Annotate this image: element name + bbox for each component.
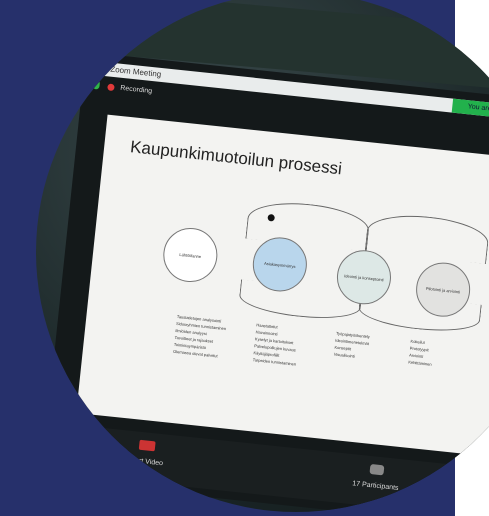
recording-label: Recording: [119, 84, 153, 96]
viewing-banner: You are viewing: [451, 98, 489, 121]
unmute-label: Unmute: [73, 450, 99, 461]
window-title: Zoom Meeting: [109, 64, 162, 79]
recording-dot-icon: [107, 83, 115, 91]
zoom-screen: Zoom Meeting You are viewing Recording K…: [41, 52, 489, 512]
participants-button[interactable]: 17 Participants: [352, 460, 401, 492]
slide-column: Haastattelut Havainnointi Kyselyt ja kar…: [252, 321, 326, 370]
process-node: Lähtötilanne: [160, 225, 221, 285]
slide-column: Työpajatyöskentely Ideointimenetelmät Ko…: [333, 330, 406, 365]
start-video-button[interactable]: Start Video: [128, 437, 165, 467]
shield-icon: [92, 81, 100, 90]
zoom-logo-icon: [96, 64, 107, 74]
start-video-label: Start Video: [128, 456, 164, 468]
slide-column: Taustatietojen analysointi Sidosryhmien …: [173, 313, 247, 362]
photo-stage: Zoom Meeting You are viewing Recording K…: [0, 0, 489, 516]
recording-indicator: Recording: [92, 79, 153, 99]
process-arc: [364, 210, 489, 264]
participant-count: 17: [351, 480, 361, 489]
video-off-icon: [138, 439, 156, 452]
unmute-button[interactable]: Unmute: [74, 431, 101, 460]
participants-label: Participants: [361, 481, 399, 493]
shared-slide: Kaupunkimuotoilun prosessi Lähtötilanne …: [76, 114, 489, 459]
participants-icon: [369, 464, 385, 476]
muted-mic-icon: [82, 431, 94, 447]
slide-column: Kokeilut Prototyypit Arviointi Kehittämi…: [408, 338, 481, 373]
circular-photo: Zoom Meeting You are viewing Recording K…: [36, 0, 489, 512]
slide-title: Kaupunkimuotoilun prosessi: [129, 137, 343, 179]
